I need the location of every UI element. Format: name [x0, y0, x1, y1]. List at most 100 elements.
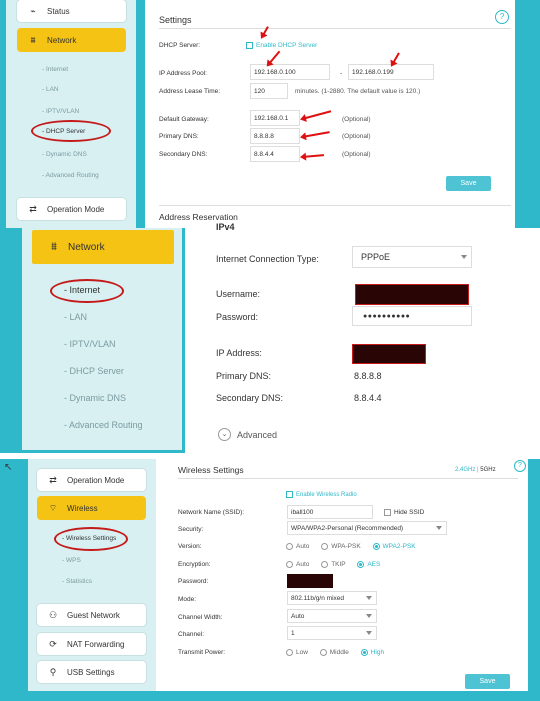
channel-width-select[interactable]: Auto — [287, 609, 377, 623]
ssid-input[interactable]: iball100 — [287, 505, 373, 519]
channel-label: Channel: — [178, 631, 205, 638]
mode-select[interactable]: 802.11b/g/n mixed — [287, 591, 377, 605]
dhcp-server-label: DHCP Server: — [159, 42, 201, 49]
usb-icon: ⚲ — [49, 666, 57, 677]
primary-dns-optional: (Optional) — [342, 133, 371, 140]
encryption-label: Encryption: — [178, 561, 211, 568]
settings-title: Settings — [159, 15, 192, 25]
encryption-radio-group[interactable]: Auto TKIP AES — [286, 561, 380, 568]
sidebar-item-nat-forwarding[interactable]: ⟳ NAT Forwarding — [37, 633, 146, 655]
wireless-icon: ⌔ — [48, 502, 58, 513]
lease-time-hint: minutes. (1-2880. The default value is 1… — [295, 88, 421, 95]
connection-type-select[interactable]: PPPoE — [352, 246, 472, 268]
version-auto[interactable]: Auto — [286, 543, 309, 550]
sidebar-item-operation-mode[interactable]: ⇄ Operation Mode — [37, 469, 146, 491]
password-input[interactable]: ●●●●●●●●●● — [352, 306, 472, 326]
checkbox-icon — [384, 509, 391, 516]
channel-width-label: Channel Width: — [178, 614, 223, 621]
version-wpa2-psk[interactable]: WPA2-PSK — [372, 543, 416, 550]
secondary-dns-input[interactable]: 8.8.4.4 — [250, 146, 300, 162]
wireless-settings-title: Wireless Settings — [178, 465, 244, 475]
encryption-tkip[interactable]: TKIP — [321, 561, 346, 568]
sidebar-sub-iptv[interactable]: - IPTV/VLAN — [42, 108, 79, 115]
enable-wireless-radio-checkbox[interactable]: Enable Wireless Radio — [286, 491, 357, 498]
secondary-dns-label: Secondary DNS: — [159, 151, 208, 158]
sidebar-item-network[interactable]: ⩩ Network — [32, 230, 174, 264]
sidebar-sub-ddns[interactable]: - Dynamic DNS — [64, 393, 126, 403]
secondary-dns-optional: (Optional) — [342, 151, 371, 158]
version-wpa-psk[interactable]: WPA-PSK — [321, 543, 361, 550]
primary-dns-input[interactable]: 8.8.8.8 — [250, 128, 300, 144]
sidebar-sub-lan[interactable]: - LAN — [64, 312, 87, 322]
ip-address-label: IP Address: — [216, 348, 262, 358]
primary-dns-label: Primary DNS: — [216, 371, 272, 381]
sidebar-item-wireless[interactable]: ⌔ Wireless — [37, 496, 146, 520]
tx-power-high[interactable]: High — [360, 649, 384, 656]
sidebar-sub-advanced-routing[interactable]: - Advanced Routing — [64, 420, 143, 430]
advanced-toggle-icon[interactable]: ⌄ — [218, 428, 231, 441]
sidebar-item-operation-mode[interactable]: ⇄ Operation Mode — [17, 198, 126, 220]
hide-ssid-checkbox[interactable]: Hide SSID — [384, 509, 424, 516]
transmit-power-radio-group[interactable]: Low Middle High — [286, 649, 384, 656]
network-icon: ⩩ — [30, 34, 36, 45]
security-select[interactable]: WPA/WPA2-Personal (Recommended) — [287, 521, 447, 535]
encryption-auto[interactable]: Auto — [286, 561, 309, 568]
sidebar-sub-iptv[interactable]: - IPTV/VLAN — [64, 339, 116, 349]
sidebar-sub-internet[interactable]: - Internet — [42, 66, 68, 73]
transmit-power-label: Transmit Power: — [178, 649, 226, 656]
ip-pool-start-input[interactable]: 192.168.0.100 — [250, 64, 330, 80]
band-selector: 2.4GHz | 5GHz — [455, 467, 496, 473]
sidebar-item-usb-settings[interactable]: ⚲ USB Settings — [37, 661, 146, 683]
secondary-dns-label: Secondary DNS: — [216, 393, 284, 403]
sidebar-sub-dhcp[interactable]: - DHCP Server — [64, 366, 124, 376]
sidebar — [28, 459, 156, 691]
sidebar-item-guest-network[interactable]: ⚇ Guest Network — [37, 604, 146, 626]
gateway-label: Default Gateway: — [159, 116, 209, 123]
lease-time-label: Address Lease Time: — [159, 88, 221, 95]
enable-dhcp-checkbox[interactable]: Enable DHCP Server — [246, 42, 317, 49]
sidebar-item-status[interactable]: ⌁ Status — [17, 0, 126, 22]
username-label: Username: — [216, 289, 261, 299]
security-label: Security: — [178, 526, 204, 533]
version-radio-group[interactable]: Auto WPA-PSK WPA2-PSK — [286, 543, 416, 550]
gateway-optional: (Optional) — [342, 116, 371, 123]
secondary-dns-value: 8.8.4.4 — [354, 393, 382, 403]
password-label: Password: — [216, 312, 259, 322]
save-button[interactable]: Save — [465, 674, 510, 689]
sidebar-sub-lan[interactable]: - LAN — [42, 86, 59, 93]
encryption-aes[interactable]: AES — [357, 561, 380, 568]
lease-time-input[interactable]: 120 — [250, 83, 288, 99]
advanced-toggle[interactable]: Advanced — [237, 430, 277, 440]
channel-select[interactable]: 1 — [287, 626, 377, 640]
tx-power-low[interactable]: Low — [286, 649, 308, 656]
version-label: Version: — [178, 543, 202, 550]
help-icon[interactable]: ? — [514, 460, 526, 472]
section-divider — [159, 205, 511, 206]
sidebar-sub-advanced-routing[interactable]: - Advanced Routing — [42, 172, 99, 179]
cursor-icon: ↖ — [4, 462, 13, 473]
connection-type-label: Internet Connection Type: — [216, 254, 319, 264]
sidebar-item-network[interactable]: ⩩ Network — [17, 28, 126, 52]
settings-divider — [159, 28, 511, 29]
save-button[interactable]: Save — [446, 176, 491, 191]
chevron-down-icon — [461, 255, 467, 259]
ip-pool-label: IP Address Pool: — [159, 70, 207, 77]
sidebar-sub-ddns[interactable]: - Dynamic DNS — [42, 151, 87, 158]
chevron-down-icon — [366, 631, 372, 635]
band-5ghz[interactable]: 5GHz — [480, 467, 495, 473]
primary-dns-value: 8.8.8.8 — [354, 371, 382, 381]
help-icon[interactable]: ? — [495, 10, 509, 24]
annotation-circle-wireless-settings — [54, 527, 128, 551]
username-input-redacted[interactable] — [355, 284, 469, 305]
sidebar-sub-statistics[interactable]: - Statistics — [62, 578, 92, 585]
guest-network-icon: ⚇ — [48, 609, 58, 620]
tx-power-middle[interactable]: Middle — [319, 649, 349, 656]
ip-pool-dash: - — [340, 70, 343, 77]
sidebar-sub-wps[interactable]: - WPS — [62, 557, 81, 564]
password-label: Password: — [178, 578, 209, 585]
gateway-input[interactable]: 192.168.0.1 — [250, 110, 300, 126]
band-24ghz[interactable]: 2.4GHz — [455, 467, 475, 473]
checkbox-icon — [286, 491, 293, 498]
password-input-redacted[interactable] — [287, 574, 333, 588]
ssid-label: Network Name (SSID): — [178, 509, 245, 516]
